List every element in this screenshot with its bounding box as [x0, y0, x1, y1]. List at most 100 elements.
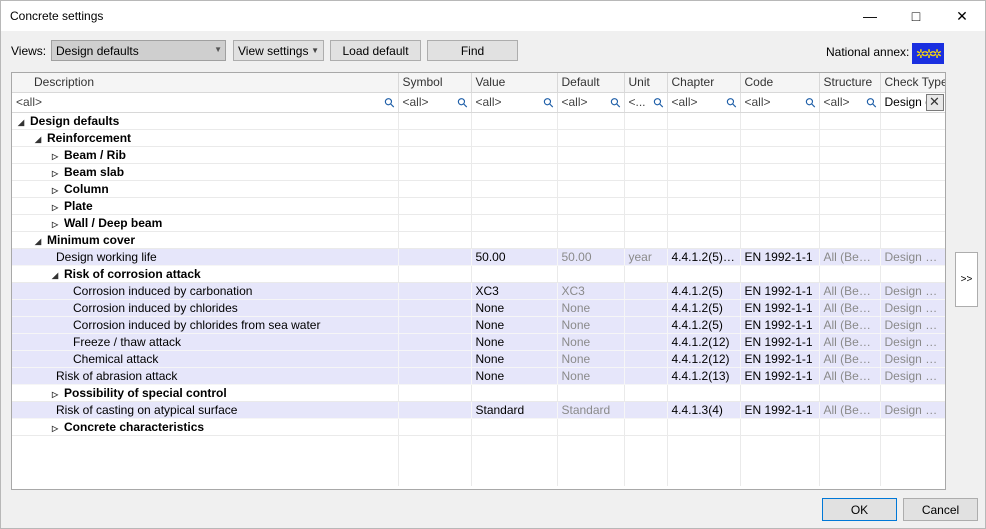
row-description: Reinforcement — [47, 130, 132, 145]
cell-value[interactable] — [471, 214, 558, 232]
filter-cell[interactable]: <all> ⚲ — [819, 92, 881, 113]
table-row[interactable]: Risk of abrasion attack None None 4.4.1.2(1… — [12, 367, 945, 385]
column-header-code[interactable]: Code — [740, 73, 820, 93]
cancel-button[interactable]: Cancel — [903, 498, 978, 521]
expand-arrow-icon[interactable]: ▷ — [52, 186, 64, 195]
table-row[interactable]: ◢ Design defaults — [12, 112, 945, 130]
view-settings-button[interactable]: View settings ▼ — [233, 40, 324, 61]
expand-arrow-icon[interactable]: ▷ — [52, 424, 64, 433]
collapse-arrow-icon[interactable]: ◢ — [18, 118, 30, 127]
cell-value[interactable] — [471, 265, 558, 283]
cell-value[interactable]: XC3 — [471, 282, 558, 300]
table-row[interactable]: Corrosion induced by carbonation XC3 XC3 4.… — [12, 282, 945, 300]
filter-cell[interactable]: <all> ⚲ — [740, 92, 820, 113]
table-row[interactable]: ▷ Beam / Rib — [12, 146, 945, 164]
filter-input[interactable]: <all> — [824, 95, 850, 109]
search-icon[interactable]: ⚲ — [802, 93, 818, 111]
table-row[interactable]: ▷ Wall / Deep beam — [12, 214, 945, 232]
expand-panel-button[interactable]: >> — [955, 252, 978, 307]
views-combo[interactable]: Design defaults ▼ — [51, 40, 226, 61]
cell-default: None — [557, 299, 625, 317]
filter-input[interactable]: <all> — [16, 95, 42, 109]
filter-cell[interactable]: Design d ✕ — [880, 92, 945, 113]
expand-arrow-icon[interactable]: ▷ — [52, 390, 64, 399]
cell-value[interactable]: None — [471, 350, 558, 368]
column-header-symbol[interactable]: Symbol — [398, 73, 472, 93]
filter-input[interactable]: <all> — [562, 95, 588, 109]
column-header-value[interactable]: Value — [471, 73, 558, 93]
cell-value[interactable] — [471, 197, 558, 215]
table-row[interactable]: Corrosion induced by chlorides None None 4.… — [12, 299, 945, 317]
collapse-arrow-icon[interactable]: ◢ — [35, 237, 47, 246]
cell-value[interactable] — [471, 418, 558, 436]
minimize-icon[interactable]: — — [847, 1, 893, 31]
collapse-arrow-icon[interactable]: ◢ — [52, 271, 64, 280]
eu-flag-icon[interactable]: ✲✲✲ — [912, 43, 944, 64]
clear-filter-icon[interactable]: ✕ — [925, 93, 944, 111]
table-row[interactable]: ◢ Risk of corrosion attack — [12, 265, 945, 283]
cell-value[interactable]: None — [471, 367, 558, 385]
filter-input[interactable]: <all> — [403, 95, 429, 109]
filter-cell[interactable]: <all> ⚲ — [12, 92, 399, 113]
search-icon[interactable]: ⚲ — [454, 93, 470, 111]
table-row[interactable]: ◢ Minimum cover — [12, 231, 945, 249]
table-row[interactable]: Corrosion induced by chlorides from sea … — [12, 316, 945, 334]
cell-value[interactable] — [471, 163, 558, 181]
table-row[interactable]: ▷ Concrete characteristics — [12, 418, 945, 436]
filter-input[interactable]: <all> — [672, 95, 698, 109]
cell-value[interactable]: Standard — [471, 401, 558, 419]
column-header-unit[interactable]: Unit — [624, 73, 668, 93]
cell-value[interactable] — [471, 129, 558, 147]
search-icon[interactable]: ⚲ — [723, 93, 739, 111]
table-row[interactable]: ◢ Reinforcement — [12, 129, 945, 147]
column-header-description[interactable]: Description — [12, 73, 399, 93]
table-row[interactable]: Design working life 50.00 50.00 year 4.4.1.2… — [12, 248, 945, 266]
cell-symbol — [398, 112, 472, 130]
table-row[interactable]: Freeze / thaw attack None None 4.4.1.2(12) E… — [12, 333, 945, 351]
filter-cell[interactable]: <all> ⚲ — [667, 92, 741, 113]
cell-value[interactable]: None — [471, 333, 558, 351]
cell-value[interactable] — [471, 112, 558, 130]
column-header-chapter[interactable]: Chapter — [667, 73, 741, 93]
filter-cell[interactable]: <all> ⚲ — [557, 92, 625, 113]
find-button[interactable]: Find — [427, 40, 518, 61]
cell-value[interactable]: 50.00 — [471, 248, 558, 266]
empty-cell — [557, 452, 625, 469]
column-header-structure[interactable]: Structure — [819, 73, 881, 93]
table-row[interactable]: ▷ Possibility of special control — [12, 384, 945, 402]
cell-value[interactable] — [471, 146, 558, 164]
filter-input[interactable]: <all> — [476, 95, 502, 109]
empty-cell — [398, 469, 472, 486]
filter-input[interactable]: <all> — [745, 95, 771, 109]
search-icon[interactable]: ⚲ — [650, 93, 666, 111]
expand-arrow-icon[interactable]: ▷ — [52, 152, 64, 161]
table-row[interactable]: Risk of casting on atypical surface Stand… — [12, 401, 945, 419]
search-icon[interactable]: ⚲ — [863, 93, 879, 111]
table-row[interactable]: ▷ Column — [12, 180, 945, 198]
maximize-icon[interactable]: □ — [893, 1, 939, 31]
expand-arrow-icon[interactable]: ▷ — [52, 203, 64, 212]
filter-cell[interactable]: <all> ⚲ — [471, 92, 558, 113]
cell-value[interactable] — [471, 231, 558, 249]
table-row[interactable]: ▷ Plate — [12, 197, 945, 215]
search-icon[interactable]: ⚲ — [540, 93, 556, 111]
collapse-arrow-icon[interactable]: ◢ — [35, 135, 47, 144]
column-header-check-type[interactable]: Check Type — [880, 73, 945, 93]
table-row[interactable]: ▷ Beam slab — [12, 163, 945, 181]
search-icon[interactable]: ⚲ — [607, 93, 623, 111]
cell-value[interactable] — [471, 180, 558, 198]
filter-input[interactable]: <... — [629, 95, 646, 109]
search-icon[interactable]: ⚲ — [381, 93, 397, 111]
cell-value[interactable]: None — [471, 316, 558, 334]
column-header-default[interactable]: Default — [557, 73, 625, 93]
expand-arrow-icon[interactable]: ▷ — [52, 169, 64, 178]
cell-value[interactable] — [471, 384, 558, 402]
filter-cell[interactable]: <... ⚲ — [624, 92, 668, 113]
close-icon[interactable]: ✕ — [939, 1, 985, 31]
expand-arrow-icon[interactable]: ▷ — [52, 220, 64, 229]
filter-cell[interactable]: <all> ⚲ — [398, 92, 472, 113]
table-row[interactable]: Chemical attack None None 4.4.1.2(12) EN 199… — [12, 350, 945, 368]
load-default-button[interactable]: Load default — [330, 40, 421, 61]
ok-button[interactable]: OK — [822, 498, 897, 521]
cell-value[interactable]: None — [471, 299, 558, 317]
